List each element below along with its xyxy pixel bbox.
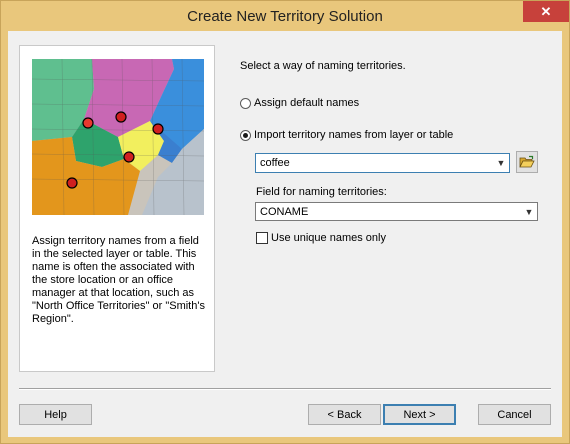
- option-default-label: Assign default names: [254, 97, 360, 109]
- unique-names-checkbox[interactable]: [256, 232, 268, 244]
- unique-names-option[interactable]: Use unique names only: [256, 232, 386, 244]
- option-import-label: Import territory names from layer or tab…: [254, 129, 454, 141]
- naming-prompt: Select a way of naming territories.: [240, 60, 406, 72]
- radio-default-names[interactable]: [240, 97, 251, 109]
- close-button[interactable]: ✕: [523, 1, 569, 22]
- layer-select-value: coffee: [260, 157, 290, 169]
- field-label: Field for naming territories:: [256, 186, 387, 198]
- layer-select[interactable]: coffee ▼: [255, 153, 510, 173]
- browse-button[interactable]: [516, 151, 538, 173]
- cancel-button[interactable]: Cancel: [478, 404, 551, 425]
- back-button[interactable]: < Back: [308, 404, 381, 425]
- close-icon: ✕: [540, 3, 552, 19]
- title-bar[interactable]: Create New Territory Solution ✕: [1, 1, 569, 31]
- field-select-value: CONAME: [260, 205, 309, 218]
- radio-import-names[interactable]: [240, 129, 251, 141]
- next-button[interactable]: Next >: [383, 404, 456, 425]
- dialog-window: Create New Territory Solution ✕ Assign t…: [0, 0, 570, 444]
- panel-description: Assign territory names from a field in t…: [32, 235, 205, 325]
- option-default-names[interactable]: Assign default names: [240, 97, 359, 109]
- chevron-down-icon: ▼: [496, 158, 506, 168]
- window-title: Create New Territory Solution: [187, 8, 383, 25]
- chevron-down-icon: ▼: [524, 206, 534, 217]
- open-folder-icon: [519, 155, 535, 168]
- unique-names-label: Use unique names only: [271, 232, 386, 244]
- option-import-names[interactable]: Import territory names from layer or tab…: [240, 129, 453, 141]
- footer-divider: [19, 388, 551, 390]
- dialog-body: Assign territory names from a field in t…: [8, 31, 562, 437]
- territory-map-image: [32, 59, 204, 215]
- help-button[interactable]: Help: [19, 404, 92, 425]
- info-panel: Assign territory names from a field in t…: [19, 45, 215, 372]
- field-select[interactable]: CONAME ▼: [255, 202, 538, 221]
